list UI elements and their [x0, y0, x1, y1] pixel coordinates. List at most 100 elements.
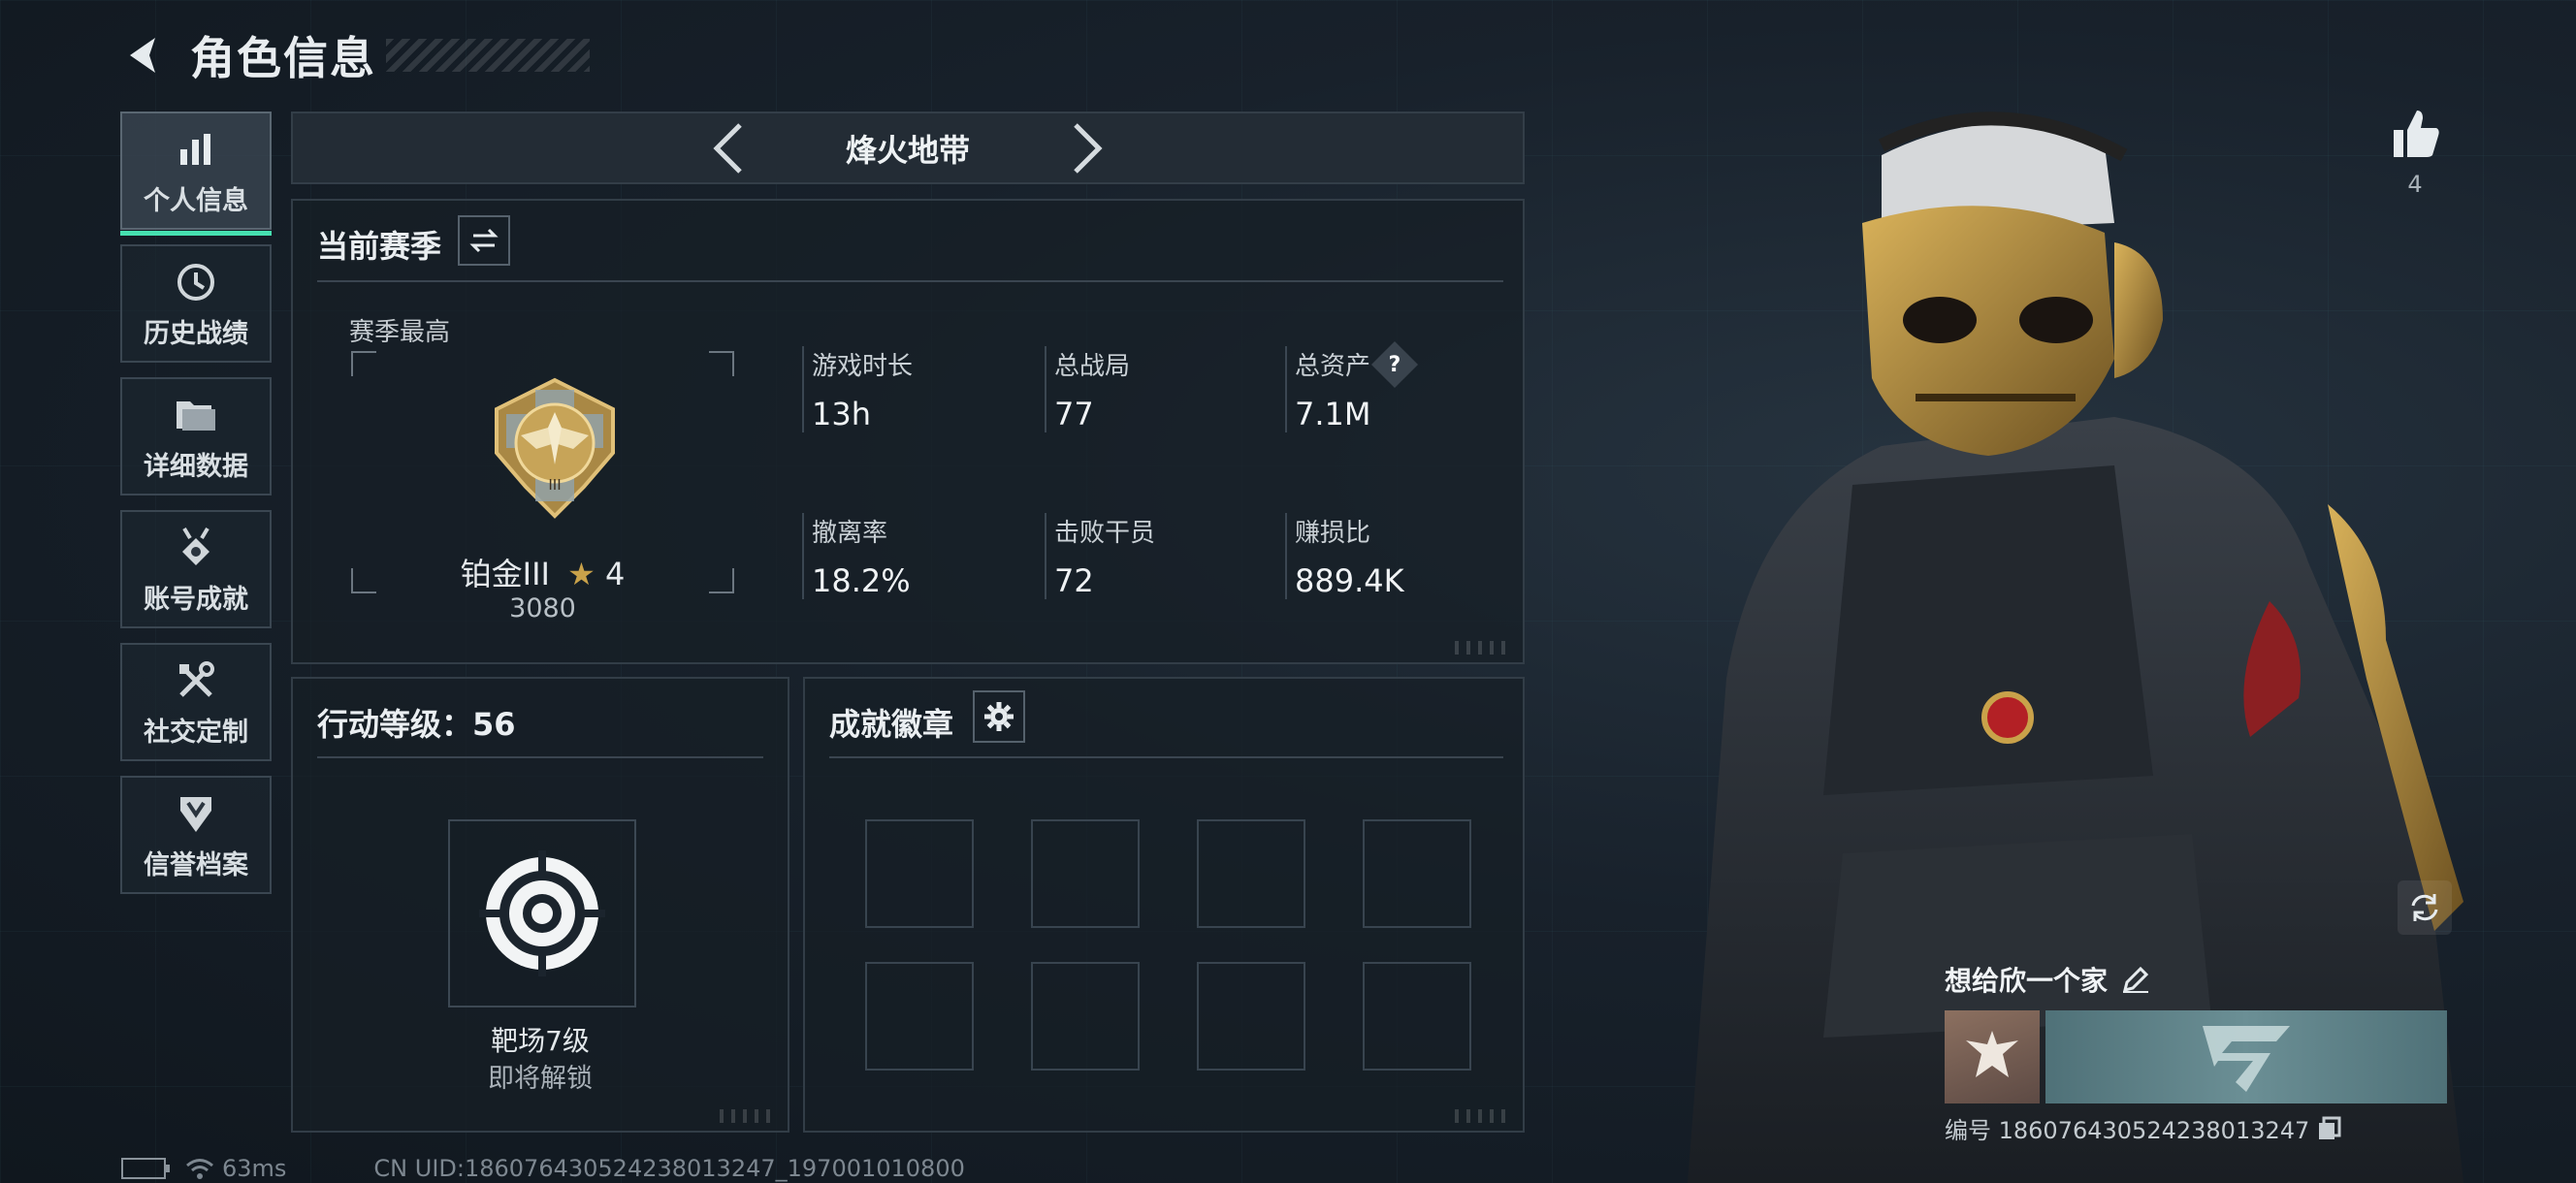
stat-label: 赚损比 — [1295, 519, 1371, 548]
stat-value: 72 — [1054, 562, 1094, 599]
range-level-name: 靶场7级 — [491, 1025, 590, 1057]
range-level-status: 即将解锁 — [488, 1064, 593, 1094]
badge-slot[interactable] — [1363, 819, 1471, 928]
badge-slot[interactable] — [1197, 962, 1305, 1071]
copy-icon[interactable] — [2317, 1116, 2342, 1141]
like-count: 4 — [2407, 171, 2423, 198]
shooting-range-tile[interactable] — [448, 819, 636, 1007]
medal-icon — [172, 524, 220, 572]
sidebar-item-personal-info[interactable]: 个人信息 — [120, 112, 272, 236]
eagle-emblem-icon — [1966, 1031, 2018, 1077]
sidebar-item-achievements[interactable]: 账号成就 — [120, 510, 272, 628]
target-icon — [479, 850, 605, 976]
team-logo-icon — [2203, 1026, 2290, 1092]
stat-total-assets: 总资产 ? 7.1M — [1285, 340, 1419, 432]
player-id-row: 编号 186076430524238013247 — [1945, 1111, 2449, 1145]
ping-value: 63ms — [222, 1155, 287, 1182]
achievement-badges-panel: 成就徽章 — [803, 677, 1525, 1133]
badge-slot[interactable] — [1031, 819, 1140, 928]
thumbs-up-icon[interactable] — [2388, 107, 2442, 161]
stat-profit-ratio: 赚损比 889.4K — [1285, 513, 1404, 599]
stat-label: 游戏时长 — [812, 352, 914, 381]
rotate-model-button[interactable] — [2398, 880, 2452, 935]
card-banner[interactable] — [2045, 1010, 2447, 1103]
stat-value: 18.2% — [812, 562, 911, 599]
stat-value: 13h — [812, 396, 871, 432]
mode-name: 烽火地带 — [845, 131, 970, 169]
badge-slot[interactable] — [865, 819, 974, 928]
rank-medal-icon: III — [492, 375, 618, 521]
rank-name: 铂金III — [460, 556, 550, 592]
badge-slot[interactable] — [1031, 962, 1140, 1071]
back-arrow-icon[interactable] — [116, 28, 171, 82]
rank-score: 3080 — [509, 593, 576, 623]
badge-settings-button[interactable] — [973, 690, 1025, 743]
sidebar-item-label: 信誉档案 — [144, 849, 248, 880]
sidebar-item-social[interactable]: 社交定制 — [120, 643, 272, 761]
stat-label-row: 总资产 ? — [1295, 340, 1419, 388]
sidebar-item-label: 个人信息 — [144, 185, 248, 216]
chevron-right-icon[interactable] — [1053, 114, 1121, 182]
stat-playtime: 游戏时长 13h — [802, 346, 913, 432]
avatar[interactable] — [1945, 1010, 2040, 1103]
stat-kills: 击败干员 72 — [1045, 513, 1155, 599]
badge-slot[interactable] — [1197, 819, 1305, 928]
tools-icon — [172, 656, 220, 705]
season-best-label: 赛季最高 — [349, 318, 451, 347]
bracket-corner — [709, 351, 734, 376]
sidebar-item-credit[interactable]: 信誉档案 — [120, 776, 272, 894]
shield-icon — [172, 789, 220, 838]
stat-total-matches: 总战局 77 — [1045, 346, 1130, 432]
sidebar-item-history[interactable]: 历史战绩 — [120, 244, 272, 363]
bar-chart-icon — [172, 125, 220, 174]
folder-icon — [172, 391, 220, 439]
clock-icon — [172, 258, 220, 306]
action-level-panel: 行动等级：56 靶场7级 即将解锁 — [291, 677, 789, 1133]
chevron-left-icon[interactable] — [694, 114, 762, 182]
sidebar: 个人信息 历史战绩 详细数据 账号成就 社交定制 信誉档案 — [120, 112, 272, 909]
panel-decoration — [1455, 1109, 1513, 1123]
stat-extract-rate: 撤离率 18.2% — [802, 513, 911, 599]
player-card: 想给欣一个家 编号 186076430524238013247 — [1945, 960, 2449, 1145]
swap-season-button[interactable] — [458, 215, 510, 266]
panel-decoration — [1455, 641, 1513, 655]
like-section: 4 — [2376, 107, 2454, 198]
refresh-icon — [2411, 894, 2438, 921]
help-icon[interactable]: ? — [1370, 340, 1419, 388]
page-title: 角色信息 — [190, 32, 376, 84]
divider — [317, 280, 1503, 282]
badge-slot[interactable] — [1363, 962, 1471, 1071]
divider — [317, 756, 763, 758]
wifi-icon — [186, 1159, 213, 1179]
rank-name-row: 铂金III ★ 4 — [351, 550, 734, 594]
stat-label: 撤离率 — [812, 519, 888, 548]
sidebar-item-label: 详细数据 — [144, 451, 248, 482]
panel-decoration — [720, 1109, 778, 1123]
season-title: 当前赛季 — [317, 228, 442, 265]
mode-selector: 烽火地带 — [291, 112, 1525, 184]
bracket-corner — [351, 351, 376, 376]
sidebar-item-label: 账号成就 — [144, 584, 248, 615]
sidebar-item-details[interactable]: 详细数据 — [120, 377, 272, 496]
sidebar-item-label: 社交定制 — [144, 717, 248, 748]
uid-text: CN UID:186076430524238013247_19700101080… — [373, 1155, 965, 1182]
stat-value: 889.4K — [1295, 562, 1404, 599]
gear-icon — [984, 702, 1014, 731]
stat-value: 7.1M — [1295, 396, 1371, 432]
divider — [829, 756, 1503, 758]
player-id: 编号 186076430524238013247 — [1945, 1117, 2310, 1144]
stat-label: 总战局 — [1054, 352, 1131, 381]
stat-label: 击败干员 — [1054, 519, 1156, 548]
card-images — [1945, 1010, 2449, 1103]
rank-stars: 4 — [605, 556, 626, 592]
badges-title: 成就徽章 — [829, 706, 954, 743]
sidebar-item-label: 历史战绩 — [144, 318, 248, 349]
edit-pencil-icon[interactable] — [2121, 965, 2150, 994]
nickname-row: 想给欣一个家 — [1945, 960, 2449, 999]
rank-display: III 铂金III ★ 4 3080 — [351, 351, 734, 623]
svg-text:III: III — [548, 477, 561, 494]
badge-slot[interactable] — [865, 962, 974, 1071]
header: 角色信息 — [116, 21, 590, 89]
star-icon: ★ — [567, 556, 596, 592]
stat-value: 77 — [1054, 396, 1094, 432]
